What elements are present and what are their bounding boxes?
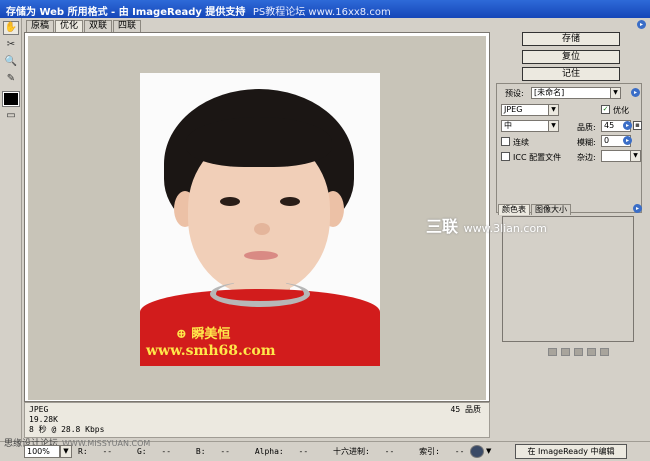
photo-eye-left [220,197,240,206]
matte-select[interactable]: ▼ [601,150,641,162]
reset-button[interactable]: 复位 [522,50,620,64]
status-bar: 思缘设计论坛 WWW.MISSYUAN.COM 100% ▼ R: -- G: -… [0,439,650,461]
chevron-down-icon: ▼ [548,105,558,115]
color-readout: R: -- G: -- B: -- Alpha: -- 十六进制: -- 索引:… [78,446,484,457]
readout-hex: 十六进制: -- [333,447,395,456]
edit-in-imageready-button[interactable]: 在 ImageReady 中编辑 [515,444,627,459]
add-color-icon[interactable] [574,348,583,356]
progressive-label: 连续 [513,138,529,147]
readout-g: G: -- [136,447,172,456]
brand-watermark: 三联 www.3lian.com [426,217,547,236]
readout-index: 索引: -- [419,447,465,456]
info-format: JPEG [29,405,49,414]
tab-optimized[interactable]: 优化 [55,20,84,32]
icc-profile-checkbox[interactable] [501,152,510,161]
progressive-checkbox[interactable] [501,137,510,146]
optimized-label: 优化 [613,106,629,115]
format-select[interactable]: JPEG ▼ [501,104,559,116]
blur-slider-icon[interactable]: ▸ [623,136,632,145]
title-watermark: PS教程论坛 www.16xx8.com [252,7,391,18]
info-size: 19.28K [29,415,58,424]
window-title: 存储为 Web 所用格式 - 由 ImageReady 提供支持 [6,7,246,18]
quality-mask-icon[interactable]: ▪ [633,121,642,130]
photo-mouth [244,251,278,260]
readout-b: B: -- [195,447,230,456]
optimize-settings: 预设: [未命名] ▼ ▸ JPEG ▼ ✓ 优化 中 ▼ 品质: 45 ▸ ▪ 连续… [496,83,642,213]
preset-label: 预设: [505,89,524,98]
save-button[interactable]: 存储 [522,32,620,46]
eyedropper-tool-icon[interactable]: ✎ [3,72,19,86]
tab-original[interactable]: 原稿 [26,20,55,32]
chevron-down-icon: ▼ [610,88,620,98]
slice-select-tool-icon[interactable]: ✂ [3,38,19,52]
info-download-time: 8 秒 @ 28.8 Kbps [29,425,105,434]
quality-level-select[interactable]: 中 ▼ [501,120,559,132]
zoom-level-field[interactable]: 100% [24,445,60,458]
preset-select[interactable]: [未命名] ▼ [531,87,621,99]
panel-menu-icon[interactable]: ▸ [637,20,646,29]
photo-logo-text: ⊕ 瞬美恒 [176,327,231,342]
photo-url-text: www.smh68.com [146,343,276,359]
info-quality: 45 品质 [450,405,481,414]
blur-label: 模糊: [577,138,596,147]
zoom-dropdown-icon[interactable]: ▼ [60,445,72,458]
chevron-down-icon: ▼ [630,151,640,161]
readout-r: R: -- [78,447,113,456]
quality-slider-icon[interactable]: ▸ [623,121,632,130]
hand-tool-icon[interactable]: ✋ [3,21,19,35]
optimization-info: JPEG 19.28K 8 秒 @ 28.8 Kbps 45 品质 [24,402,490,438]
web-snap-icon[interactable] [561,348,570,356]
photo-collar [210,281,310,307]
palette-menu-icon[interactable]: ▸ [633,204,642,213]
preview-in-browser-icon[interactable] [470,445,484,458]
zoom-tool-icon[interactable]: 🔍 [3,55,19,69]
tab-2-up[interactable]: 双联 [84,20,113,32]
icc-profile-label: ICC 配置文件 [513,153,562,162]
remember-button[interactable]: 记住 [522,67,620,81]
lock-color-icon[interactable] [548,348,557,356]
preview-frame: ⊕ 瞬美恒 www.smh68.com [24,32,490,402]
trash-icon[interactable] [600,348,609,356]
optimized-checkbox[interactable]: ✓ [601,105,610,114]
toolbox: ✋ ✂ 🔍 ✎ ▭ [0,18,22,441]
optimize-menu-icon[interactable]: ▸ [631,88,640,97]
readout-alpha: Alpha: -- [254,447,309,456]
photo-bangs [186,117,332,167]
matte-label: 杂边: [577,153,596,162]
browser-dropdown-icon[interactable]: ▼ [486,445,496,458]
chevron-down-icon: ▼ [548,121,558,131]
view-tabs: 原稿 优化 双联 四联 [26,20,142,32]
window-title-bar: 存储为 Web 所用格式 - 由 ImageReady 提供支持 PS教程论坛 … [0,0,650,18]
preview-photo: ⊕ 瞬美恒 www.smh68.com [140,73,380,366]
quality-label: 品质: [577,123,596,132]
new-color-icon[interactable] [587,348,596,356]
tab-4-up[interactable]: 四联 [113,20,142,32]
preview-canvas[interactable]: ⊕ 瞬美恒 www.smh68.com [28,36,486,400]
photo-nose [254,223,270,235]
eyedropper-color-swatch[interactable] [2,91,20,107]
color-table-toolbar [548,348,609,356]
toggle-slices-icon[interactable]: ▭ [3,109,19,123]
photo-eye-right [280,197,300,206]
